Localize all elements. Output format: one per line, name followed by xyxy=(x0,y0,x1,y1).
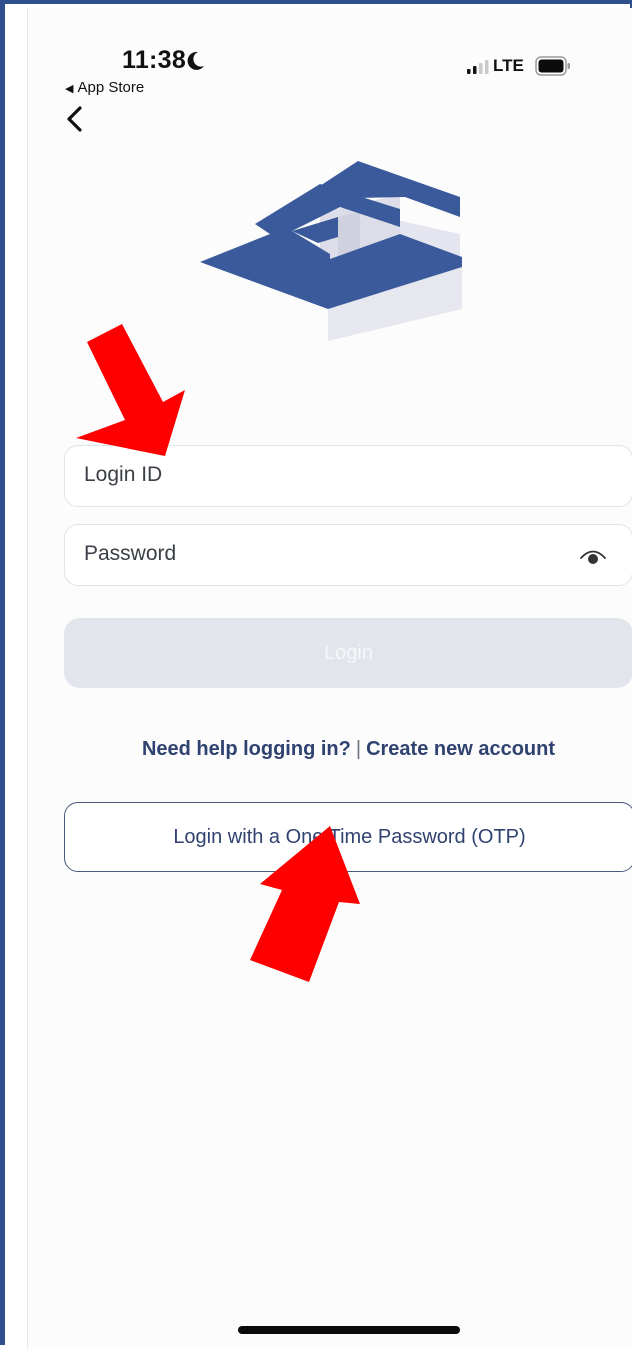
password-input[interactable] xyxy=(65,525,554,583)
back-triangle-icon: ◀ xyxy=(65,83,74,95)
eye-icon[interactable] xyxy=(580,547,606,565)
create-account-link[interactable]: Create new account xyxy=(366,738,555,760)
login-button[interactable]: Login xyxy=(64,618,632,688)
chevron-left-icon[interactable] xyxy=(63,104,87,134)
annotation-arrow-up xyxy=(250,826,360,982)
battery-icon xyxy=(535,56,570,76)
help-links: Need help logging in? | Create new account xyxy=(64,738,632,761)
back-app-label: App Store xyxy=(77,79,145,96)
annotation-arrow-down xyxy=(76,324,185,456)
home-indicator xyxy=(238,1326,460,1334)
password-field[interactable] xyxy=(64,524,632,586)
app-logo xyxy=(200,161,462,341)
signal-icon xyxy=(467,60,489,74)
link-separator: | xyxy=(355,738,362,760)
screenshot-frame: 11:38 ◀ App Store LTE Login ID Login Nee… xyxy=(0,0,632,1349)
moon-icon xyxy=(187,51,204,70)
back-to-app-store[interactable]: ◀ App Store xyxy=(65,79,144,96)
status-time: 11:38 xyxy=(122,46,187,74)
need-help-link[interactable]: Need help logging in? xyxy=(142,738,351,760)
network-label: LTE xyxy=(493,56,524,75)
